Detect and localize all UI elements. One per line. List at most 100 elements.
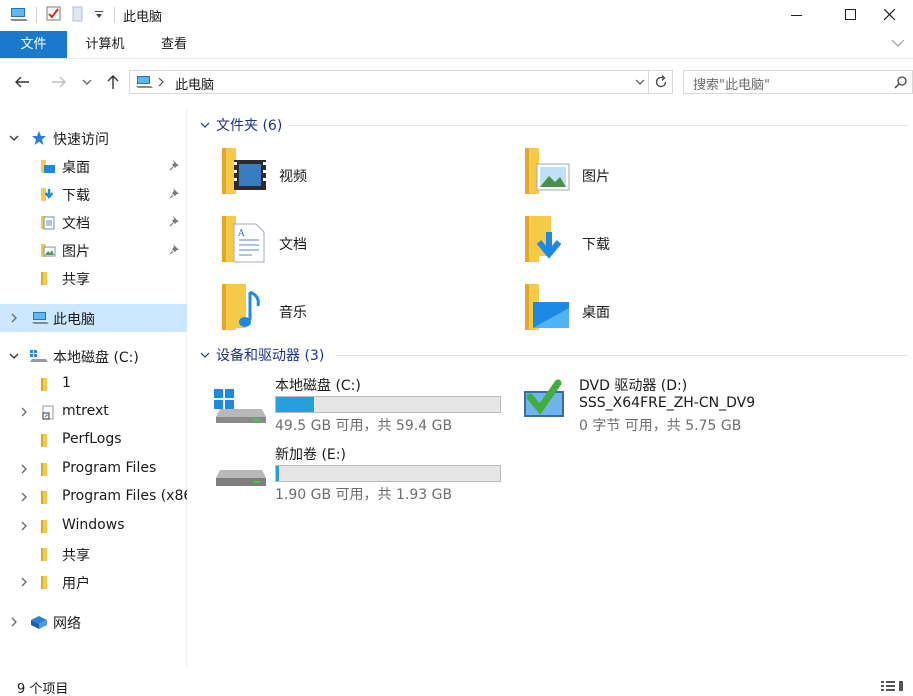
chevron-right-icon[interactable]	[18, 406, 30, 418]
pin-icon[interactable]	[169, 243, 181, 259]
address-dropdown-icon[interactable]	[635, 76, 645, 91]
sidebar-item-shared-c[interactable]: 共享	[0, 540, 187, 568]
chevron-right-icon[interactable]	[8, 616, 20, 628]
sidebar-item-label: 快速访问	[53, 132, 109, 148]
sidebar-item-network[interactable]: 网络	[0, 608, 187, 636]
sidebar-item-label: 1	[62, 375, 71, 391]
sidebar-item-downloads[interactable]: 下载	[0, 180, 187, 208]
sidebar-item-local-disk-c[interactable]: 本地磁盘 (C:)	[0, 342, 187, 370]
search-input[interactable]: 搜索"此电脑"	[683, 70, 913, 94]
folder-label: 视频	[279, 169, 307, 185]
drive-name: 新加卷 (E:)	[275, 447, 346, 463]
tab-computer[interactable]: 计算机	[67, 31, 143, 58]
chevron-down-icon[interactable]	[200, 117, 210, 133]
folder-tile-documents[interactable]: A 文档	[222, 214, 522, 274]
downloads-folder-icon	[525, 214, 571, 268]
sidebar-item-program-files[interactable]: Program Files	[0, 455, 187, 483]
sidebar-item-quick-access[interactable]: 快速访问	[0, 124, 187, 152]
expand-ribbon-chevron-icon[interactable]	[891, 37, 905, 52]
drive-tile-e[interactable]: 新加卷 (E:) 1.90 GB 可用，共 1.93 GB	[216, 444, 518, 514]
sidebar-item-label: 网络	[53, 616, 81, 632]
search-icon[interactable]	[894, 75, 908, 93]
properties-check-icon[interactable]	[45, 5, 63, 27]
chevron-right-icon[interactable]	[18, 520, 30, 532]
folder-icon	[40, 574, 56, 590]
sidebar-item-program-files-x86[interactable]: Program Files (x86)	[0, 483, 187, 511]
folder-label: 文档	[279, 237, 307, 253]
sidebar-item-pictures[interactable]: 图片	[0, 236, 187, 264]
sidebar-item-documents[interactable]: 文档	[0, 208, 187, 236]
pin-icon[interactable]	[169, 215, 181, 231]
sidebar-item-folder-1[interactable]: 1	[0, 370, 187, 398]
new-folder-icon[interactable]	[71, 5, 85, 27]
folder-icon	[40, 432, 56, 448]
sidebar-item-label: 文档	[62, 216, 90, 232]
breadcrumb-this-pc[interactable]: 此电脑	[175, 74, 214, 93]
minimize-button[interactable]	[774, 0, 820, 30]
ribbon-tabs: 文件 计算机 查看	[0, 31, 913, 59]
chevron-right-icon[interactable]	[8, 312, 20, 324]
folder-icon	[40, 376, 56, 392]
chevron-down-icon[interactable]	[8, 132, 20, 144]
navigation-pane: 快速访问 桌面 下载 文档 图片 共享 此电脑 本地磁盘 (C:) 1 mtre…	[0, 108, 187, 668]
pin-icon[interactable]	[169, 187, 181, 203]
up-arrow-icon[interactable]	[103, 73, 123, 91]
sidebar-item-mtrext[interactable]: mtrext	[0, 398, 187, 426]
sidebar-item-shared[interactable]: 共享	[0, 264, 187, 292]
folder-tile-pictures[interactable]: 图片	[525, 146, 825, 206]
chevron-right-icon[interactable]	[18, 463, 30, 475]
windows-drive-icon	[214, 385, 268, 429]
drive-free-space: 0 字节 可用，共 5.75 GB	[579, 418, 742, 434]
drive-usage-bar	[275, 465, 501, 482]
network-icon	[29, 614, 49, 630]
drive-tile-c[interactable]: 本地磁盘 (C:) 49.5 GB 可用，共 59.4 GB	[214, 375, 518, 445]
sidebar-item-this-pc[interactable]: 此电脑	[0, 304, 187, 332]
title-bar: 此电脑	[0, 0, 913, 30]
folder-tile-downloads[interactable]: 下载	[525, 214, 825, 274]
computer-icon	[134, 74, 154, 94]
details-view-icon[interactable]	[881, 680, 903, 696]
address-bar[interactable]: 此电脑	[129, 70, 649, 94]
computer-icon	[30, 310, 50, 326]
folder-icon	[40, 518, 56, 534]
folder-tile-videos[interactable]: 视频	[222, 146, 522, 206]
refresh-button[interactable]	[649, 70, 673, 94]
folder-icon	[40, 270, 56, 286]
downloads-folder-icon	[40, 186, 56, 202]
recent-locations-chevron-icon[interactable]	[80, 73, 94, 91]
music-folder-icon	[222, 282, 268, 336]
sidebar-item-label: PerfLogs	[62, 431, 122, 447]
folder-icon	[40, 489, 56, 505]
windows-drive-icon	[29, 348, 49, 364]
tab-file[interactable]: 文件	[0, 31, 67, 58]
folder-tile-music[interactable]: 音乐	[222, 282, 522, 342]
close-button[interactable]	[867, 0, 913, 30]
folder-icon	[40, 461, 56, 477]
chevron-down-icon[interactable]	[200, 347, 210, 363]
folder-tile-desktop[interactable]: 桌面	[525, 282, 825, 342]
sidebar-item-label: mtrext	[62, 403, 109, 419]
search-placeholder: 搜索"此电脑"	[693, 78, 770, 93]
folder-label: 音乐	[279, 305, 307, 321]
forward-arrow-icon[interactable]	[49, 73, 69, 91]
sidebar-item-windows[interactable]: Windows	[0, 512, 187, 540]
back-arrow-icon[interactable]	[12, 73, 32, 91]
folders-section-header[interactable]: 文件夹 (6)	[200, 115, 282, 135]
tab-view[interactable]: 查看	[143, 31, 205, 58]
sidebar-item-perflogs[interactable]: PerfLogs	[0, 426, 187, 454]
sidebar-item-desktop[interactable]: 桌面	[0, 152, 187, 180]
chevron-down-icon[interactable]	[8, 350, 20, 362]
window-title: 此电脑	[123, 10, 163, 25]
chevron-right-icon[interactable]	[18, 491, 30, 503]
sidebar-item-users[interactable]: 用户	[0, 568, 187, 596]
devices-section-header[interactable]: 设备和驱动器 (3)	[200, 345, 324, 365]
pin-icon[interactable]	[169, 159, 181, 175]
svg-text:A: A	[237, 229, 245, 239]
drive-usage-fill	[276, 466, 280, 481]
dvd-drive-icon	[522, 379, 568, 423]
customize-dropdown-icon[interactable]	[94, 9, 104, 24]
documents-folder-icon	[40, 214, 56, 230]
drive-tile-dvd-d[interactable]: DVD 驱动器 (D:) SSS_X64FRE_ZH-CN_DV9 0 字节 可…	[522, 375, 842, 445]
chevron-right-icon[interactable]	[18, 576, 30, 588]
breadcrumb-chevron-icon[interactable]	[157, 76, 165, 91]
